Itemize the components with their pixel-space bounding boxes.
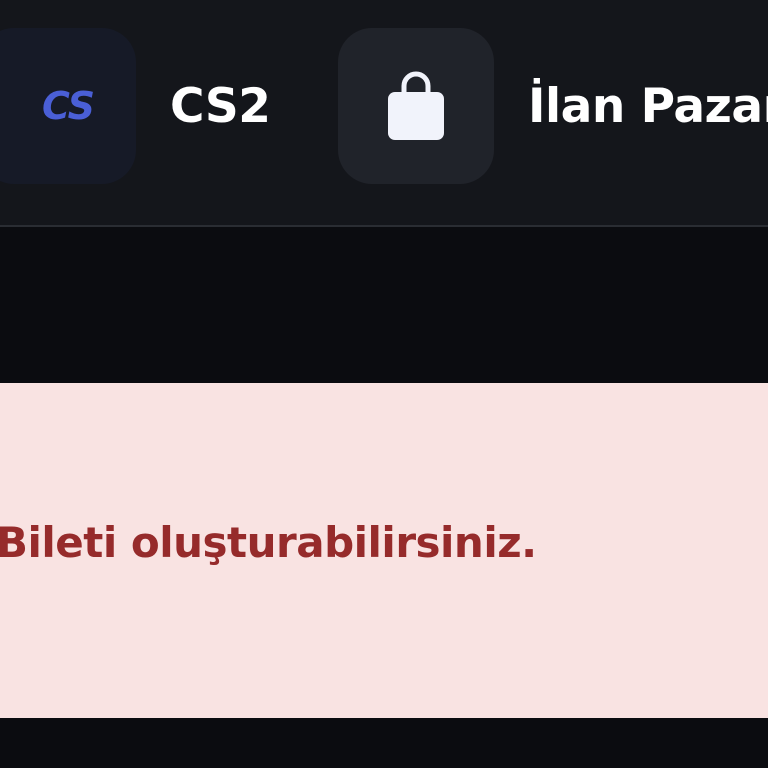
shopping-bag-icon (388, 71, 444, 140)
alert-message: Bileti oluşturabilirsiniz. (0, 518, 537, 567)
market-icon-tile (338, 28, 494, 184)
page-footer-area (0, 718, 768, 768)
nav-item-cs2[interactable]: CS CS2 (0, 28, 271, 184)
cs2-logo-tile: CS (0, 28, 136, 184)
top-navigation: CS CS2 İlan Pazarı (0, 0, 768, 227)
cs2-logo-icon: CS (42, 84, 95, 128)
page-spacer (0, 227, 768, 383)
nav-item-ilan-pazari[interactable]: İlan Pazarı (338, 28, 768, 184)
nav-item-cs2-label: CS2 (170, 78, 271, 134)
nav-item-ilan-pazari-label: İlan Pazarı (528, 78, 768, 134)
